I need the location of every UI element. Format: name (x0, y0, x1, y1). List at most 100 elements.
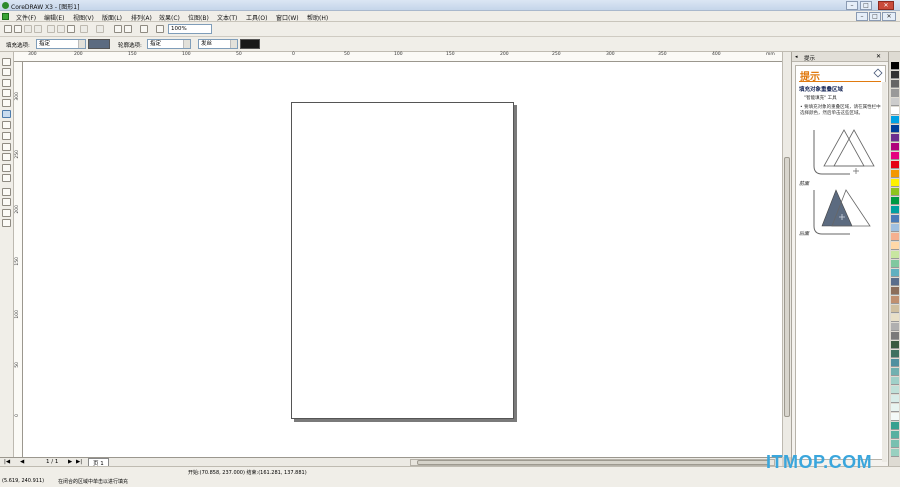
menu-text[interactable]: 文本(T) (217, 13, 237, 22)
menu-edit[interactable]: 编辑(E) (44, 13, 64, 22)
palette-swatch[interactable] (891, 422, 899, 430)
first-page-button[interactable]: |◀ (4, 459, 10, 465)
palette-swatch[interactable] (891, 386, 899, 394)
hints-options-icon[interactable] (873, 68, 883, 78)
palette-swatch[interactable] (891, 359, 899, 367)
new-document-icon[interactable] (4, 25, 12, 33)
freehand-tool-icon[interactable] (2, 99, 11, 107)
outline-options-select[interactable]: 指定 (147, 39, 191, 49)
palette-swatch[interactable] (891, 260, 899, 268)
palette-swatch[interactable] (891, 242, 899, 250)
palette-swatch[interactable] (891, 404, 899, 412)
save-icon[interactable] (24, 25, 32, 33)
document-menu-icon[interactable] (2, 13, 9, 20)
palette-swatch[interactable] (891, 215, 899, 223)
palette-swatch[interactable] (891, 305, 899, 313)
docker-close-icon[interactable]: ✕ (876, 53, 881, 60)
palette-swatch[interactable] (891, 89, 899, 97)
palette-swatch[interactable] (891, 395, 899, 403)
docker-scrollbar[interactable] (882, 82, 887, 462)
polygon-tool-icon[interactable] (2, 143, 11, 151)
palette-swatch[interactable] (891, 332, 899, 340)
palette-swatch[interactable] (891, 170, 899, 178)
palette-swatch[interactable] (891, 368, 899, 376)
menu-tools[interactable]: 工具(O) (246, 13, 267, 22)
ellipse-tool-icon[interactable] (2, 132, 11, 140)
copy-icon[interactable] (57, 25, 65, 33)
horizontal-scrollbar-thumb[interactable] (417, 460, 769, 465)
text-tool-icon[interactable] (2, 164, 11, 172)
palette-swatch[interactable] (891, 125, 899, 133)
basic-shapes-tool-icon[interactable] (2, 153, 11, 161)
vertical-scrollbar-thumb[interactable] (784, 157, 790, 417)
horizontal-ruler[interactable]: 300 200 150 100 50 0 50 100 150 200 250 … (14, 52, 782, 62)
prev-page-button[interactable]: ◀ (20, 459, 24, 465)
doc-restore-button[interactable]: □ (869, 12, 881, 21)
palette-swatch[interactable] (891, 134, 899, 142)
menu-layout[interactable]: 版面(L) (102, 13, 122, 22)
doc-close-button[interactable]: ✕ (882, 12, 896, 21)
paste-icon[interactable] (67, 25, 75, 33)
welcome-screen-icon[interactable] (156, 25, 164, 33)
palette-swatch[interactable] (891, 224, 899, 232)
menu-window[interactable]: 窗口(W) (276, 13, 299, 22)
palette-swatch[interactable] (891, 350, 899, 358)
palette-swatch[interactable] (891, 431, 899, 439)
docker-tab-label[interactable]: 提示 (804, 54, 815, 62)
palette-swatch[interactable] (891, 152, 899, 160)
outline-width-select[interactable]: 发丝 (198, 39, 238, 49)
palette-swatch[interactable] (891, 143, 899, 151)
palette-swatch[interactable] (891, 179, 899, 187)
zoom-tool-icon[interactable] (2, 89, 11, 97)
document-page[interactable] (291, 102, 514, 419)
eyedropper-tool-icon[interactable] (2, 188, 11, 196)
vertical-scrollbar[interactable] (782, 52, 791, 457)
menu-effects[interactable]: 效果(C) (159, 13, 180, 22)
redo-icon[interactable] (96, 25, 104, 33)
open-icon[interactable] (14, 25, 22, 33)
fill-tool-icon[interactable] (2, 209, 11, 217)
palette-swatch[interactable] (891, 341, 899, 349)
palette-swatch[interactable] (891, 449, 899, 457)
cut-icon[interactable] (47, 25, 55, 33)
import-icon[interactable] (114, 25, 122, 33)
palette-swatch[interactable] (891, 269, 899, 277)
menu-file[interactable]: 文件(F) (16, 13, 36, 22)
palette-swatch[interactable] (891, 62, 899, 70)
menu-view[interactable]: 视图(V) (73, 13, 94, 22)
pick-tool-icon[interactable] (2, 58, 11, 66)
palette-swatch[interactable] (891, 206, 899, 214)
print-icon[interactable] (34, 25, 42, 33)
minimize-button[interactable]: – (846, 1, 858, 10)
palette-swatch[interactable] (891, 197, 899, 205)
palette-swatch[interactable] (891, 413, 899, 421)
interactive-blend-tool-icon[interactable] (2, 174, 11, 182)
close-button[interactable]: ✕ (878, 1, 894, 10)
last-page-button[interactable]: ▶| (76, 459, 82, 465)
outline-tool-icon[interactable] (2, 198, 11, 206)
fill-color-picker[interactable] (88, 39, 110, 49)
next-page-button[interactable]: ▶ (68, 459, 72, 465)
palette-swatch[interactable] (891, 116, 899, 124)
outline-color-picker[interactable] (240, 39, 260, 49)
menu-arrange[interactable]: 排列(A) (131, 13, 152, 22)
palette-swatch[interactable] (891, 188, 899, 196)
palette-swatch[interactable] (891, 233, 899, 241)
crop-tool-icon[interactable] (2, 79, 11, 87)
palette-swatch[interactable] (891, 377, 899, 385)
shape-tool-icon[interactable] (2, 68, 11, 76)
undo-icon[interactable] (80, 25, 88, 33)
palette-swatch[interactable] (891, 251, 899, 259)
palette-swatch[interactable] (891, 107, 899, 115)
palette-swatch[interactable] (891, 287, 899, 295)
application-launcher-icon[interactable] (140, 25, 148, 33)
menu-help[interactable]: 帮助(H) (307, 13, 328, 22)
palette-swatch[interactable] (891, 323, 899, 331)
horizontal-scrollbar[interactable] (410, 459, 775, 466)
zoom-level-select[interactable]: 100% (168, 24, 212, 34)
rectangle-tool-icon[interactable] (2, 121, 11, 129)
palette-swatch[interactable] (891, 314, 899, 322)
palette-swatch[interactable] (891, 98, 899, 106)
palette-swatch[interactable] (891, 161, 899, 169)
fill-options-select[interactable]: 指定 (36, 39, 86, 49)
